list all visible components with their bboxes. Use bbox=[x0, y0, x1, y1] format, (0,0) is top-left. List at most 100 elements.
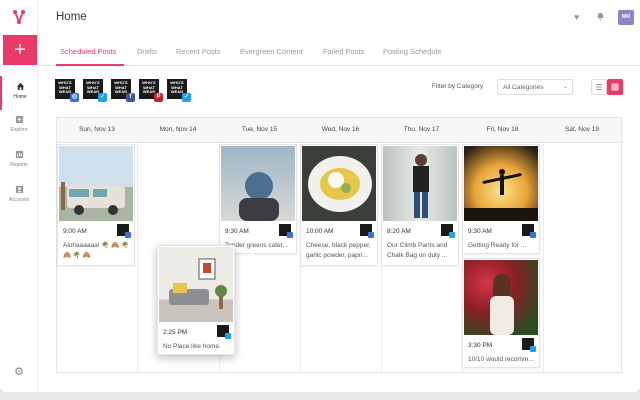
account-avatar-twitter[interactable]: WHO'S WHAT WEAR ✓ bbox=[83, 79, 107, 102]
post-time: 3:30 PM bbox=[468, 342, 493, 349]
page-title: Home bbox=[56, 11, 87, 23]
account-avatar bbox=[522, 338, 536, 352]
post-card[interactable]: 9:30 AM Tender greens cater... bbox=[219, 144, 297, 254]
explore-icon bbox=[15, 115, 23, 124]
column-divider bbox=[543, 143, 544, 373]
post-time: 2:25 PM bbox=[163, 329, 188, 336]
post-image bbox=[302, 146, 376, 221]
twitter-icon bbox=[449, 232, 455, 238]
twitter-icon bbox=[225, 333, 231, 339]
column-divider bbox=[137, 143, 138, 373]
brand-logo-icon bbox=[13, 10, 25, 25]
sidebar-item-label: Reports bbox=[10, 162, 28, 168]
gear-icon[interactable]: ⚙ bbox=[14, 367, 25, 378]
post-card[interactable]: 9:30 AM Getting Ready for ... bbox=[462, 144, 540, 254]
account-avatar bbox=[117, 224, 131, 238]
post-image bbox=[221, 146, 295, 221]
post-image bbox=[159, 247, 233, 322]
instagram-icon bbox=[530, 232, 536, 238]
post-card[interactable]: 3:30 PM 10/10 would recomm... bbox=[462, 258, 540, 368]
calendar-view-button[interactable] bbox=[607, 79, 623, 95]
post-caption: No Place like home. bbox=[163, 343, 221, 350]
account-avatar-twitter-2[interactable]: WHO'S WHAT WEAR ✓ bbox=[167, 79, 191, 102]
day-header: Tue, Nov 15 bbox=[241, 126, 278, 133]
list-view-button[interactable] bbox=[591, 79, 607, 95]
instagram-icon: ◎ bbox=[70, 93, 79, 102]
pinterest-icon: P bbox=[154, 93, 163, 102]
plus-icon: + bbox=[14, 39, 26, 61]
account-avatar-instagram[interactable]: WHO'S WHAT WEAR ◎ bbox=[55, 79, 79, 102]
sidebar-item-label: Accounts bbox=[8, 197, 30, 203]
post-caption: Cheese, black pepper, garlic powder, pap… bbox=[306, 242, 371, 259]
day-header: Thu, Nov 17 bbox=[403, 126, 440, 133]
post-time: 10:00 AM bbox=[306, 228, 334, 235]
home-icon bbox=[16, 82, 24, 91]
tab-scheduled-posts[interactable]: Scheduled Posts bbox=[60, 47, 116, 56]
account-avatar bbox=[279, 224, 293, 238]
day-header: Mon, Nov 14 bbox=[159, 126, 197, 133]
instagram-icon bbox=[368, 232, 374, 238]
sidebar-item-reports[interactable]: Reports bbox=[0, 144, 38, 178]
grid-icon bbox=[611, 83, 619, 91]
brand-logo[interactable] bbox=[0, 0, 38, 34]
sidebar-item-home[interactable]: Home bbox=[0, 76, 38, 110]
post-caption: 10/10 would recomm... bbox=[468, 356, 534, 363]
post-caption: Getting Ready for ... bbox=[468, 242, 527, 249]
tab-failed-posts[interactable]: Failed Posts bbox=[323, 47, 364, 56]
post-time: 9:30 AM bbox=[468, 228, 492, 235]
day-header: Wed, Nov 16 bbox=[321, 126, 360, 133]
account-avatar-facebook[interactable]: WHO'S WHAT WEAR f bbox=[111, 79, 135, 102]
day-header: Fri, Nov 18 bbox=[486, 126, 519, 133]
list-icon bbox=[596, 84, 602, 90]
bell-icon[interactable] bbox=[596, 12, 605, 23]
post-time: 9:30 AM bbox=[225, 228, 249, 235]
day-header: Sun, Nov 13 bbox=[79, 126, 115, 133]
compose-button[interactable]: + bbox=[3, 35, 37, 65]
sidebar-item-accounts[interactable]: Accounts bbox=[0, 179, 38, 213]
tab-bar: Scheduled Posts Drafts Recent Posts Ever… bbox=[38, 36, 640, 66]
tab-posting-schedule[interactable]: Posting Schedule bbox=[383, 47, 441, 56]
heart-icon[interactable]: ♥ bbox=[574, 12, 579, 22]
active-tab-indicator bbox=[56, 64, 124, 66]
post-image bbox=[383, 146, 457, 221]
tab-drafts[interactable]: Drafts bbox=[137, 47, 157, 56]
category-select[interactable]: All Categories ⌄ bbox=[497, 79, 573, 95]
post-time: 9:00 AM bbox=[63, 228, 87, 235]
dragging-post-card[interactable]: 2:25 PM No Place like home. bbox=[157, 245, 235, 355]
twitter-icon: ✓ bbox=[98, 93, 107, 102]
instagram-icon bbox=[125, 232, 131, 238]
chevron-down-icon: ⌄ bbox=[562, 84, 568, 90]
post-image bbox=[464, 260, 538, 335]
post-card[interactable]: 8:20 AM Our Climb Pants and Chalk Bag on… bbox=[381, 144, 459, 266]
twitter-icon bbox=[530, 346, 536, 352]
sidebar-item-label: Explore bbox=[10, 127, 28, 133]
sidebar-item-label: Home bbox=[13, 94, 27, 100]
post-caption: Tender greens cater... bbox=[225, 242, 288, 249]
facebook-icon: f bbox=[126, 93, 135, 102]
header: Home ♥ MR bbox=[38, 0, 640, 36]
account-avatar bbox=[522, 224, 536, 238]
account-avatar bbox=[441, 224, 455, 238]
post-time: 8:20 AM bbox=[387, 228, 411, 235]
day-header: Sat, Nov 19 bbox=[565, 126, 599, 133]
instagram-icon bbox=[287, 232, 293, 238]
post-image bbox=[464, 146, 538, 221]
avatar[interactable]: MR bbox=[618, 10, 634, 25]
account-avatar-pinterest[interactable]: WHO'S WHAT WEAR P bbox=[139, 79, 163, 102]
post-image bbox=[59, 146, 133, 221]
filter-label: Filter by Category bbox=[432, 83, 484, 90]
app-window: + Home Explore Reports Accounts ⚙ Home ♥… bbox=[0, 0, 640, 392]
tab-recent-posts[interactable]: Recent Posts bbox=[176, 47, 221, 56]
sidebar-item-explore[interactable]: Explore bbox=[0, 109, 38, 143]
post-card[interactable]: 10:00 AM Cheese, black pepper, garlic po… bbox=[300, 144, 378, 266]
post-caption: Alohaaaaaa! 🌴 🙈 🌴 🙈 🌴 🙈 bbox=[63, 242, 130, 259]
calendar-header: Sun, Nov 13 Mon, Nov 14 Tue, Nov 15 Wed,… bbox=[57, 118, 621, 143]
tab-evergreen-content[interactable]: Evergreen Content bbox=[240, 47, 303, 56]
account-avatar bbox=[217, 325, 231, 339]
accounts-icon bbox=[15, 185, 23, 194]
post-card[interactable]: 9:00 AM Alohaaaaaa! 🌴 🙈 🌴 🙈 🌴 🙈 bbox=[57, 144, 135, 266]
account-avatar bbox=[360, 224, 374, 238]
sidebar: + Home Explore Reports Accounts ⚙ bbox=[0, 0, 38, 392]
reports-icon bbox=[15, 150, 23, 159]
twitter-icon: ✓ bbox=[182, 93, 191, 102]
